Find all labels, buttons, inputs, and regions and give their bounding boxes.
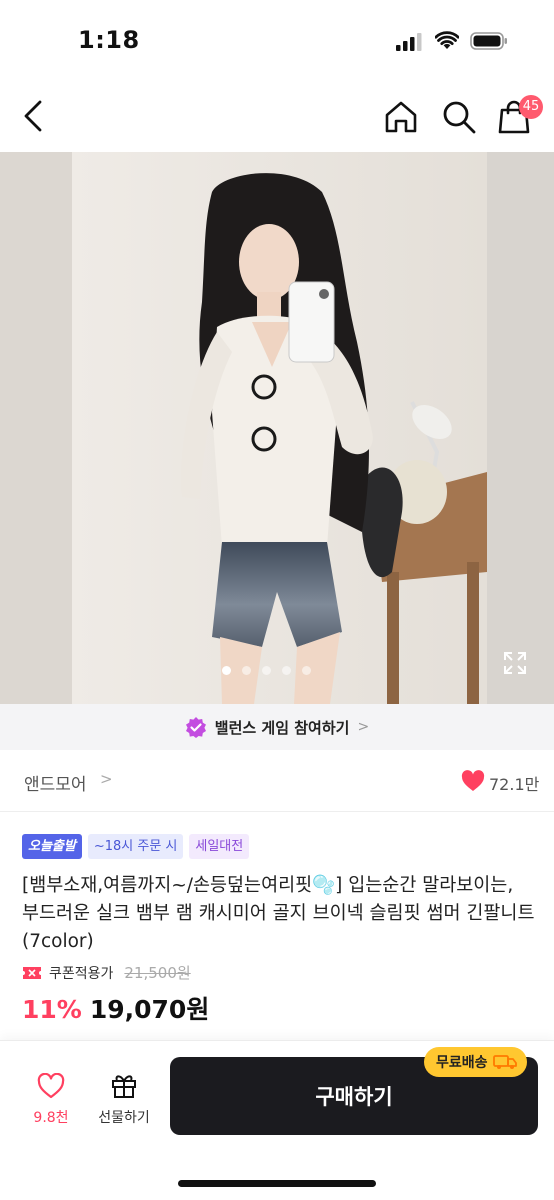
gift-label: 선물하기 xyxy=(98,1110,150,1126)
product-image-carousel[interactable] xyxy=(0,152,554,704)
chevron-right-icon: > xyxy=(357,719,370,735)
gift-button[interactable]: 선물하기 xyxy=(90,1071,158,1129)
signal-icon xyxy=(396,33,422,51)
carousel-dot[interactable] xyxy=(282,666,291,675)
heart-outline-icon xyxy=(37,1073,65,1099)
heart-filled-icon[interactable] xyxy=(461,770,485,792)
carousel-dot[interactable] xyxy=(302,666,311,675)
free-shipping-label: 무료배송 xyxy=(436,1055,488,1071)
carousel-indicators xyxy=(222,666,332,678)
brand-like-count: 72.1만 xyxy=(489,775,540,794)
top-nav xyxy=(0,80,554,152)
product-title: [뱀부소재,여름까지~/손등덮는여리핏🫧] 입는순간 말라보이는, 부드러운 실… xyxy=(22,875,535,952)
order-deadline-tag: ~18시 주문 시 xyxy=(87,834,184,859)
sale-event-tag: 세일대전 xyxy=(189,834,250,859)
chevron-right-icon: > xyxy=(100,770,113,788)
carousel-dot[interactable] xyxy=(262,666,271,675)
battery-icon xyxy=(470,32,507,50)
product-tags: 오늘출발 ~18시 주문 시 세일대전 xyxy=(22,834,250,859)
status-time: 1:18 xyxy=(78,26,140,54)
sale-price: 19,070원 xyxy=(89,995,210,1024)
banner-label: 밸런스 게임 참여하기 xyxy=(214,718,350,737)
product-photo xyxy=(72,152,487,704)
wishlist-button[interactable]: 9.8천 xyxy=(22,1071,80,1129)
brand-name-link[interactable]: 앤드모어 xyxy=(24,770,87,795)
coupon-price-label: 쿠폰적용가 xyxy=(49,965,114,982)
search-icon[interactable] xyxy=(440,98,478,136)
home-icon[interactable] xyxy=(382,98,420,136)
discount-rate: 11% xyxy=(22,995,82,1024)
wishlist-count: 9.8천 xyxy=(33,1110,69,1126)
carousel-dot-active[interactable] xyxy=(222,666,231,675)
next-image-peek xyxy=(487,152,554,704)
gift-icon xyxy=(112,1075,136,1098)
bottom-purchase-bar: 9.8천 선물하기 구매하기 무료배송 xyxy=(0,1040,554,1200)
today-shipping-tag: 오늘출발 xyxy=(22,834,82,859)
balance-game-banner[interactable]: 밸런스 게임 참여하기 > xyxy=(0,704,554,750)
cart-count-badge: 45 xyxy=(519,95,543,119)
price-row: 11% 19,070원 xyxy=(22,990,209,1026)
back-arrow-icon[interactable] xyxy=(18,98,50,134)
brand-row: 앤드모어 > 72.1만 xyxy=(0,750,554,812)
carousel-dot[interactable] xyxy=(242,666,251,675)
coupon-price-row: 쿠폰적용가 21,500원 xyxy=(22,962,191,983)
wifi-icon xyxy=(435,31,459,49)
free-shipping-badge: 무료배송 xyxy=(424,1047,527,1077)
coupon-icon xyxy=(23,966,41,979)
home-indicator xyxy=(178,1180,376,1187)
original-price: 21,500원 xyxy=(124,964,191,982)
expand-icon[interactable] xyxy=(502,650,528,676)
previous-image-peek xyxy=(0,152,72,704)
verified-badge-icon xyxy=(185,717,206,738)
truck-icon xyxy=(492,1055,517,1069)
status-bar: 1:18 xyxy=(0,0,554,80)
